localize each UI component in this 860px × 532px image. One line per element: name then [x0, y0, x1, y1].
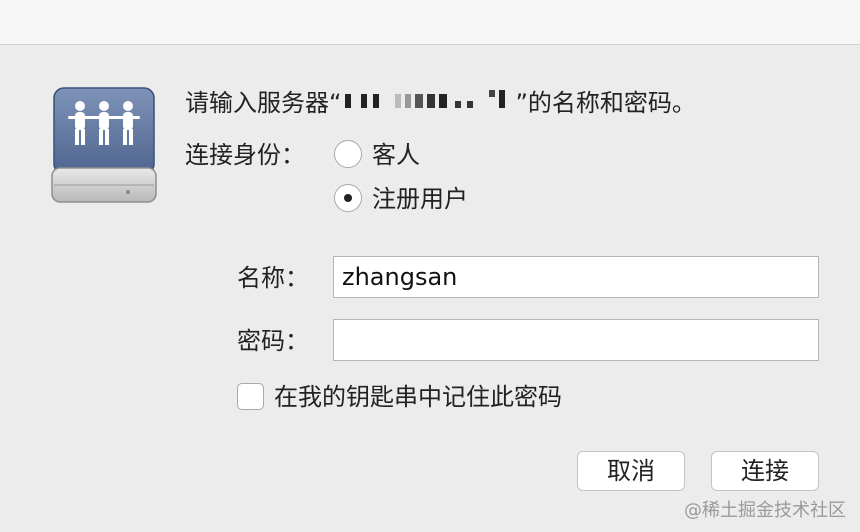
- redacted-server-name: [343, 87, 513, 121]
- prompt-text: 请输入服务器“ ”的名称和密码。: [185, 86, 696, 121]
- watermark: @稀土掘金技术社区: [684, 500, 846, 521]
- radio-guest-label[interactable]: 客人: [372, 140, 420, 170]
- prompt-suffix: ”的名称和密码。: [515, 89, 696, 117]
- radio-registered-user-label[interactable]: 注册用户: [372, 184, 468, 214]
- remember-password-checkbox[interactable]: [237, 383, 264, 410]
- cancel-button[interactable]: 取消: [577, 451, 685, 491]
- connect-as-label: 连接身份：: [185, 141, 305, 169]
- prompt-prefix: 请输入服务器“: [185, 89, 342, 117]
- window-titlebar: [0, 0, 860, 45]
- server-users-icon: [51, 87, 157, 203]
- name-label: 名称：: [237, 264, 309, 292]
- connect-button[interactable]: 连接: [711, 451, 819, 491]
- radio-guest[interactable]: [334, 140, 362, 168]
- password-label: 密码：: [237, 327, 309, 355]
- password-field[interactable]: [333, 319, 819, 361]
- remember-password-label[interactable]: 在我的钥匙串中记住此密码: [274, 382, 562, 412]
- name-field[interactable]: zhangsan: [333, 256, 819, 298]
- radio-registered-user[interactable]: [334, 184, 362, 212]
